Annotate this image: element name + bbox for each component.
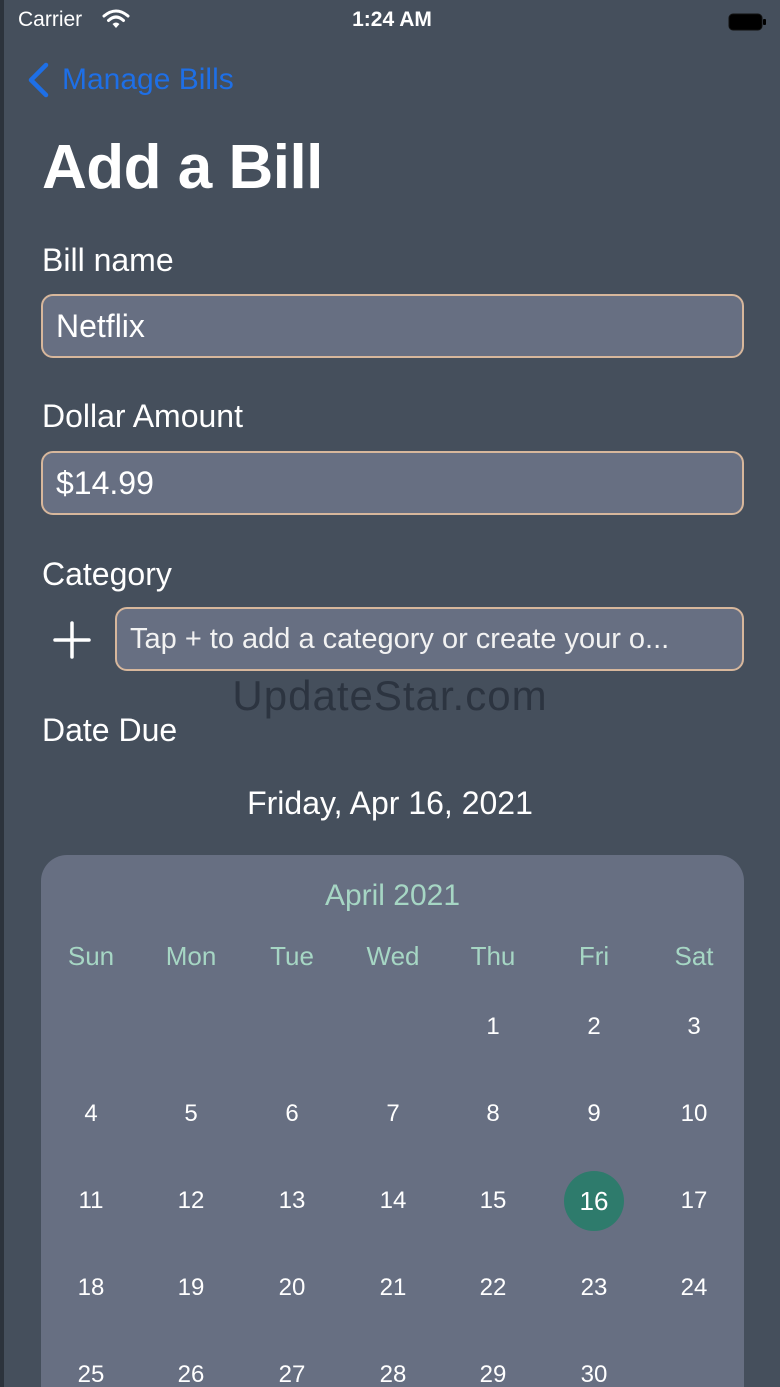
status-bar: Carrier 1:24 AM (4, 0, 780, 44)
calendar-day[interactable]: 21 (363, 1258, 423, 1318)
category-label: Category (42, 556, 172, 592)
calendar-day[interactable]: 26 (161, 1345, 221, 1387)
calendar-day[interactable]: 29 (463, 1345, 523, 1387)
weekday-wed: Wed (366, 941, 420, 971)
calendar-day[interactable]: 25 (61, 1345, 121, 1387)
calendar-month-label[interactable]: April 2021 (41, 879, 744, 913)
calendar-day[interactable]: 17 (664, 1171, 724, 1231)
calendar-day[interactable]: 6 (262, 1084, 322, 1144)
chevron-left-icon (28, 62, 49, 98)
calendar-day[interactable]: 12 (161, 1171, 221, 1231)
calendar-day[interactable]: 28 (363, 1345, 423, 1387)
calendar-day[interactable]: 7 (363, 1084, 423, 1144)
calendar-day[interactable]: 10 (664, 1084, 724, 1144)
calendar-day[interactable]: 19 (161, 1258, 221, 1318)
status-time: 1:24 AM (352, 8, 432, 31)
weekday-fri: Fri (578, 941, 610, 971)
calendar-day[interactable]: 9 (564, 1084, 624, 1144)
dollar-amount-value: $14.99 (56, 464, 154, 501)
calendar-day[interactable]: 18 (61, 1258, 121, 1318)
bill-name-value: Netflix (56, 307, 145, 344)
category-placeholder: Tap + to add a category or create your o… (130, 622, 670, 655)
calendar-day[interactable]: 5 (161, 1084, 221, 1144)
calendar-day[interactable]: 24 (664, 1258, 724, 1318)
calendar-day[interactable]: 4 (61, 1084, 121, 1144)
battery-icon (728, 12, 768, 37)
back-button-label: Manage Bills (62, 63, 234, 96)
calendar-day[interactable]: 3 (664, 997, 724, 1057)
page-title: Add a Bill (42, 133, 323, 202)
calendar-day[interactable]: 22 (463, 1258, 523, 1318)
calendar-day[interactable]: 20 (262, 1258, 322, 1318)
date-picker-calendar: April 2021 Sun Mon Tue Wed Thu Fri Sat 1234567… (41, 855, 744, 1387)
calendar-day-selected[interactable]: 16 (564, 1171, 624, 1231)
weekday-mon: Mon (165, 941, 217, 971)
weekday-sun: Sun (67, 941, 115, 971)
dollar-amount-label: Dollar Amount (42, 398, 243, 434)
plus-icon (53, 621, 91, 659)
selected-date-text: Friday, Apr 16, 2021 (247, 785, 533, 821)
calendar-day[interactable]: 14 (363, 1171, 423, 1231)
bill-name-label: Bill name (42, 242, 174, 278)
add-category-button[interactable] (52, 620, 92, 660)
calendar-weekday-row: Sun Mon Tue Wed Thu Fri Sat (41, 941, 744, 973)
calendar-day[interactable]: 11 (61, 1171, 121, 1231)
weekday-tue: Tue (270, 941, 314, 971)
weekday-sat: Sat (674, 941, 714, 971)
calendar-day[interactable]: 13 (262, 1171, 322, 1231)
calendar-day[interactable]: 1 (463, 997, 523, 1057)
calendar-day[interactable]: 30 (564, 1345, 624, 1387)
bill-name-field[interactable]: Netflix (41, 294, 744, 358)
category-field[interactable]: Tap + to add a category or create your o… (115, 607, 744, 671)
weekday-thu: Thu (470, 941, 516, 971)
calendar-day[interactable]: 8 (463, 1084, 523, 1144)
calendar-day[interactable]: 27 (262, 1345, 322, 1387)
calendar-day[interactable]: 2 (564, 997, 624, 1057)
date-due-label: Date Due (42, 712, 178, 748)
calendar-day[interactable]: 23 (564, 1258, 624, 1318)
calendar-day[interactable]: 15 (463, 1171, 523, 1231)
dollar-amount-field[interactable]: $14.99 (41, 451, 744, 515)
back-button[interactable]: Manage Bills (26, 62, 234, 98)
